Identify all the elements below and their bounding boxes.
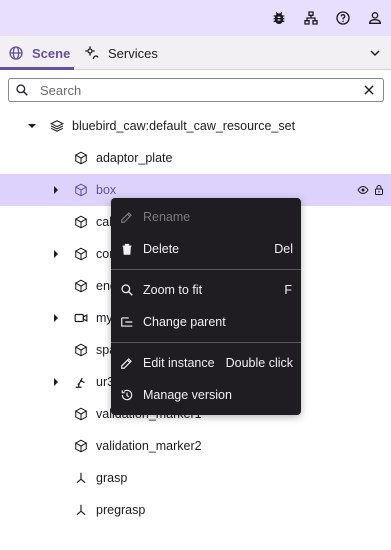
reparent-icon (120, 315, 134, 329)
cube-icon (74, 247, 88, 261)
context-menu: Rename Delete Del Zoom to fit F Change p… (111, 198, 301, 415)
menu-item-shortcut: Double click (225, 356, 293, 370)
help-icon[interactable] (333, 8, 353, 28)
globe-icon (8, 45, 24, 61)
search-icon (120, 283, 134, 297)
chevron-right-icon[interactable] (51, 185, 61, 195)
cube-icon (74, 215, 88, 229)
menu-item-manage-version[interactable]: Manage version (111, 379, 301, 411)
menu-item-label: Delete (143, 242, 180, 256)
tree-item-pregrasp[interactable]: pregrasp (0, 494, 391, 526)
menu-divider (111, 269, 301, 270)
history-icon (120, 388, 134, 402)
chevron-right-icon[interactable] (51, 377, 61, 387)
visibility-icon[interactable] (357, 184, 369, 196)
tree-item-adaptor-plate[interactable]: adaptor_plate (0, 142, 391, 174)
services-icon (84, 45, 100, 61)
search-input[interactable] (40, 81, 350, 99)
search-icon (15, 83, 29, 97)
top-bar (0, 0, 391, 36)
menu-item-shortcut: F (284, 283, 292, 297)
trash-icon (120, 242, 134, 256)
tab-active-indicator (0, 67, 74, 70)
tabs-bar: Scene Services (0, 36, 391, 70)
tab-services[interactable]: Services (84, 36, 158, 70)
pencil-icon (120, 210, 134, 224)
lock-icon[interactable] (373, 184, 385, 196)
tab-scene-label: Scene (32, 45, 71, 61)
menu-item-label: Change parent (143, 315, 226, 329)
bug-icon[interactable] (269, 8, 289, 28)
menu-item-edit-instance[interactable]: Edit instance Double click (111, 347, 301, 379)
account-icon[interactable] (365, 8, 385, 28)
cube-icon (74, 279, 88, 293)
tree-item-grasp[interactable]: grasp (0, 462, 391, 494)
tree-root-label: bluebird_caw:default_caw_resource_set (72, 119, 296, 133)
chevron-down-icon[interactable] (367, 45, 383, 61)
cube-icon (74, 343, 88, 357)
cube-icon (74, 151, 88, 165)
pencil-icon (120, 356, 134, 370)
tree-item-label: box (96, 183, 117, 197)
hierarchy-icon[interactable] (301, 8, 321, 28)
cube-icon (74, 183, 88, 197)
cube-icon (74, 439, 88, 453)
tree-item-label: grasp (96, 471, 128, 485)
chevron-down-icon[interactable] (27, 121, 37, 131)
frame-icon (74, 503, 88, 517)
menu-item-rename[interactable]: Rename (111, 201, 301, 233)
chevron-right-icon[interactable] (51, 249, 61, 259)
menu-item-label: Edit instance (143, 356, 215, 370)
tree-item-label: pregrasp (96, 503, 146, 517)
cube-icon (74, 407, 88, 421)
tree-item-label: adaptor_plate (96, 151, 173, 165)
menu-item-zoom-to-fit[interactable]: Zoom to fit F (111, 274, 301, 306)
frame-icon (74, 471, 88, 485)
layers-icon (50, 119, 64, 133)
chevron-right-icon[interactable] (51, 313, 61, 323)
menu-item-label: Zoom to fit (143, 283, 203, 297)
menu-item-delete[interactable]: Delete Del (111, 233, 301, 265)
tree-root[interactable]: bluebird_caw:default_caw_resource_set (0, 110, 391, 142)
tree-item-label: cal (96, 215, 112, 229)
menu-divider (111, 342, 301, 343)
menu-item-shortcut: Del (274, 242, 293, 256)
tree-item-validation-marker2[interactable]: validation_marker2 (0, 430, 391, 462)
menu-item-change-parent[interactable]: Change parent (111, 306, 301, 338)
tab-scene[interactable]: Scene (8, 36, 70, 70)
camera-icon (74, 311, 88, 325)
search-box (8, 78, 384, 102)
clear-icon[interactable] (362, 83, 376, 97)
menu-item-label: Rename (143, 210, 191, 224)
tree-item-label: validation_marker2 (96, 439, 202, 453)
menu-item-label: Manage version (143, 388, 232, 402)
robot-arm-icon (74, 375, 88, 389)
tab-services-label: Services (108, 45, 158, 61)
